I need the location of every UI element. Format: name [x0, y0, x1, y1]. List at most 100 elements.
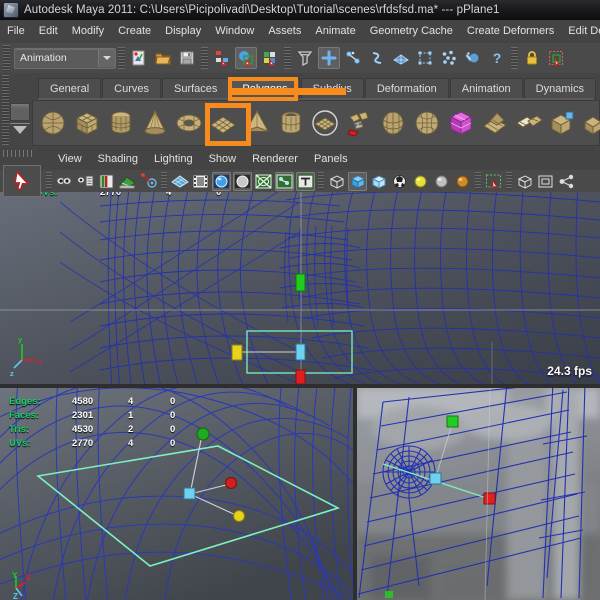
chevron-down-icon[interactable] — [98, 49, 115, 67]
select-by-component-button[interactable] — [259, 47, 281, 69]
menu-item-edit-de[interactable]: Edit De — [561, 20, 600, 43]
xray-button[interactable] — [254, 172, 273, 191]
shelf-tab-general[interactable]: General — [38, 78, 102, 99]
combine-tool[interactable] — [478, 103, 512, 143]
new-scene-button[interactable] — [128, 47, 150, 69]
wireframe-shading-button[interactable] — [327, 172, 346, 191]
polygon-sphere-tool[interactable] — [36, 103, 70, 143]
viewport-menu-grip[interactable] — [3, 150, 33, 157]
polygon-cube-tool[interactable] — [70, 103, 104, 143]
viewport-menu-lighting[interactable]: Lighting — [146, 148, 201, 171]
reference-image-viewport[interactable] — [357, 388, 600, 600]
polygon-pipe-tool[interactable] — [274, 103, 308, 143]
light-gray-button[interactable] — [432, 172, 451, 191]
render-sequence-button[interactable] — [294, 47, 316, 69]
gate-mask-button[interactable] — [233, 171, 252, 191]
shelf-overflow-control[interactable] — [10, 103, 30, 143]
snap-to-plane-button[interactable] — [390, 47, 412, 69]
viewport-menu-view[interactable]: View — [50, 148, 90, 171]
select-camera-button[interactable] — [55, 172, 74, 191]
smooth-cube-icon — [350, 174, 366, 189]
shelf-tab-animation[interactable]: Animation — [449, 78, 523, 99]
viewport-icon-separator — [161, 172, 167, 190]
separate-tool[interactable] — [512, 103, 546, 143]
save-scene-button[interactable] — [176, 47, 198, 69]
shelf-tab-curves[interactable]: Curves — [102, 78, 161, 99]
main-viewport[interactable]: y x z UVs: 2770 4 0 24.3 fps — [0, 192, 600, 384]
hud-total-tris: 4530 — [72, 424, 94, 435]
shelf-tab-surfaces[interactable]: Surfaces — [161, 78, 230, 99]
image-plane-button[interactable] — [118, 172, 137, 191]
chevron-down-icon[interactable] — [13, 126, 27, 134]
polygon-cylinder-tool[interactable] — [104, 103, 138, 143]
menu-item-edit[interactable]: Edit — [32, 20, 65, 43]
tool-box-button[interactable] — [3, 165, 41, 197]
shelf-tab-deformation[interactable]: Deformation — [364, 78, 449, 99]
select-by-hierarchy-button[interactable] — [211, 47, 233, 69]
texture-button[interactable] — [296, 171, 315, 191]
bevel-tool[interactable] — [580, 103, 600, 143]
polygon-plane-tool[interactable] — [206, 103, 240, 143]
menu-item-geometry-cache[interactable]: Geometry Cache — [363, 20, 460, 43]
menu-item-display[interactable]: Display — [158, 20, 208, 43]
lock-button[interactable] — [521, 47, 543, 69]
select-by-object-button[interactable] — [235, 47, 257, 69]
two-d-pan-zoom-button[interactable] — [139, 172, 158, 191]
menu-item-modify[interactable]: Modify — [65, 20, 111, 43]
flat-shading-button[interactable] — [369, 172, 388, 191]
polygon-soccer-ball-tool[interactable] — [342, 103, 376, 143]
shelf-grip[interactable] — [2, 75, 9, 145]
smooth-shading-button[interactable] — [348, 171, 367, 191]
menu-item-create[interactable]: Create — [111, 20, 158, 43]
blue-sphere-icon — [214, 174, 229, 188]
light-amber-button[interactable] — [453, 172, 472, 191]
selection-mask-button[interactable] — [545, 47, 567, 69]
extrude-tool[interactable] — [546, 103, 580, 143]
snap-to-curve-button[interactable] — [342, 47, 364, 69]
viewport-menu-renderer[interactable]: Renderer — [244, 148, 306, 171]
open-scene-button[interactable] — [152, 47, 174, 69]
menu-set-selector[interactable]: Animation — [14, 47, 116, 69]
toolbar-grip[interactable] — [3, 45, 10, 71]
polygon-helix-tool[interactable] — [376, 103, 410, 143]
grid-toggle-button[interactable] — [170, 172, 189, 191]
resolution-gate-button[interactable] — [212, 171, 231, 191]
polygon-cone-tool[interactable] — [138, 103, 172, 143]
film-gate-button[interactable] — [191, 172, 210, 191]
menu-item-create-deformers[interactable]: Create Deformers — [460, 20, 561, 43]
bookmark-button[interactable] — [97, 172, 116, 191]
hardware-texturing-button[interactable] — [390, 172, 409, 191]
perspective-viewport[interactable]: Y X Z Edges: 4580 4 0 Faces: 2301 1 0 Tris: 4530 2… — [0, 388, 353, 600]
isolate-select-icon — [486, 174, 501, 190]
help-button[interactable]: ? — [486, 47, 508, 69]
snap-to-network-button[interactable] — [438, 47, 460, 69]
boolean-tool[interactable] — [444, 103, 478, 143]
snap-to-point-button[interactable] — [366, 47, 388, 69]
menu-item-assets[interactable]: Assets — [261, 20, 308, 43]
multi-panel-button[interactable] — [536, 172, 555, 191]
menu-item-window[interactable]: Window — [208, 20, 261, 43]
joints-xray-button[interactable] — [275, 171, 294, 191]
light-yellow-button[interactable] — [411, 172, 430, 191]
menu-item-animate[interactable]: Animate — [308, 20, 362, 43]
viewport-menu-show[interactable]: Show — [201, 148, 245, 171]
polygon-sphere-uv-tool[interactable] — [410, 103, 444, 143]
share-button[interactable] — [557, 172, 576, 191]
torus-icon — [176, 114, 202, 132]
reference-image-backdrop — [357, 388, 600, 600]
make-live-button[interactable] — [462, 47, 484, 69]
snap-to-view-plane-button[interactable] — [414, 47, 436, 69]
viewport-menu-shading[interactable]: Shading — [90, 148, 146, 171]
snap-to-grid-button[interactable] — [318, 47, 340, 69]
hud-label-uvs: UVs: — [9, 438, 31, 449]
camera-attributes-button[interactable] — [76, 172, 95, 191]
shelf-tab-dynamics[interactable]: Dynamics — [523, 78, 596, 99]
polygon-pyramid-tool[interactable] — [240, 103, 274, 143]
polygon-disc-tool[interactable] — [308, 103, 342, 143]
single-panel-button[interactable] — [515, 172, 534, 191]
menu-item-file[interactable]: File — [0, 20, 32, 43]
viewport-menu-panels[interactable]: Panels — [306, 148, 356, 171]
isolate-select-button[interactable] — [484, 172, 503, 191]
shelf-options-button[interactable] — [10, 103, 30, 121]
polygon-torus-tool[interactable] — [172, 103, 206, 143]
